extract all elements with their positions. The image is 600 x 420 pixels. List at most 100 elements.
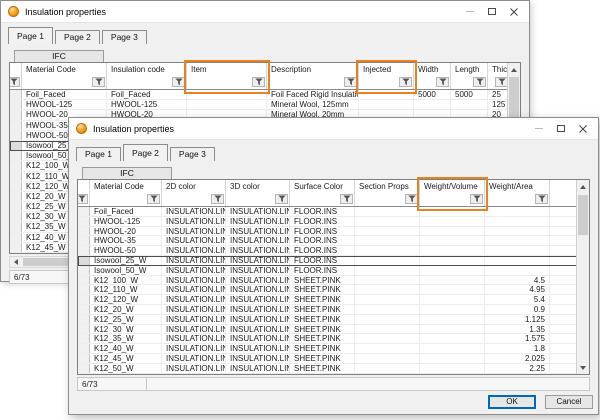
cell[interactable]: Foil_Faced [22,90,107,99]
cell[interactable] [485,266,550,275]
cell[interactable] [187,90,267,99]
cell[interactable]: K12_50_W [90,364,162,373]
table-row[interactable]: K12_45_WINSULATION.LINEINSULATION.LINESH… [78,354,578,364]
row-header-cell[interactable] [10,182,22,191]
row-header-cell[interactable] [10,222,22,231]
cell[interactable]: INSULATION.LINE [162,207,226,216]
cell[interactable]: INSULATION.LINE [226,217,290,226]
filter-cell[interactable] [22,76,107,89]
cell[interactable]: INSULATION.LINE [162,227,226,236]
row-header-cell[interactable] [78,266,90,275]
row-header-cell[interactable] [78,227,90,236]
filter-cell[interactable] [226,193,290,206]
row-header-cell[interactable] [10,100,22,109]
cell[interactable]: INSULATION.LINE [162,334,226,343]
cell[interactable] [359,100,414,109]
cell[interactable] [355,344,420,353]
filter-cell[interactable] [355,193,420,206]
filter-button[interactable] [10,77,20,87]
cell[interactable]: SHEET.PINK [290,276,355,285]
cell[interactable]: INSULATION.LINE [226,236,290,245]
cell[interactable]: INSULATION.LINE [162,325,226,334]
cell[interactable]: Foil_Faced [90,207,162,216]
cell[interactable]: INSULATION.LINE [226,266,290,275]
scroll-down-button[interactable] [577,361,589,374]
row-header-cell[interactable] [78,285,90,294]
table-row[interactable]: Foil_FacedFoil_FacedFoil Faced Rigid Ins… [10,90,510,100]
cell[interactable]: 1.125 [485,315,550,324]
cell[interactable] [355,325,420,334]
cell[interactable] [420,276,485,285]
filter-cell[interactable] [420,193,485,206]
column-header-material-code[interactable]: Material Code [90,180,162,193]
row-header-cell[interactable] [10,243,22,252]
cell[interactable] [550,266,578,275]
row-header-cell[interactable] [10,161,22,170]
cell[interactable]: FLOOR.INS [290,236,355,245]
filter-button[interactable] [405,194,418,204]
cell[interactable] [550,285,578,294]
scrollbar-thumb[interactable] [578,195,588,235]
column-header-length[interactable]: Length [451,63,488,76]
row-header-cell[interactable] [78,315,90,324]
scroll-up-button[interactable] [577,180,589,193]
cell[interactable]: FLOOR.INS [290,246,355,255]
row-header-cell[interactable] [10,202,22,211]
cell[interactable]: Foil Faced Rigid Insulation [267,90,359,99]
cell[interactable]: HWOOL-125 [22,100,107,109]
cell[interactable]: INSULATION.LINE [226,325,290,334]
cell[interactable] [355,256,420,265]
cell[interactable] [355,246,420,255]
scrollbar-thumb[interactable] [509,77,519,117]
row-header-cell[interactable] [78,344,90,353]
cell[interactable] [550,236,578,245]
row-header-cell[interactable] [78,256,90,265]
table-row[interactable]: Foil_FacedINSULATION.LINEINSULATION.LINE… [78,207,578,217]
cell[interactable]: HWOOL-125 [90,217,162,226]
cell[interactable]: FLOOR.INS [290,256,355,265]
cell[interactable] [355,354,420,363]
row-header-cell[interactable] [10,233,22,242]
cell[interactable]: K12_30_W [90,325,162,334]
cell[interactable]: 5000 [414,90,451,99]
row-header-cell[interactable] [10,151,22,160]
scroll-left-button[interactable] [10,257,22,267]
cell[interactable] [550,344,578,353]
cell[interactable]: INSULATION.LINE [162,256,226,265]
close-button[interactable] [503,3,525,21]
ok-button[interactable]: OK [488,395,536,409]
row-header-cell[interactable] [78,276,90,285]
cell[interactable] [420,256,485,265]
filter-cell[interactable] [451,76,488,89]
cell[interactable]: INSULATION.LINE [162,236,226,245]
row-header-cell[interactable] [78,207,90,216]
cell[interactable]: INSULATION.LINE [162,305,226,314]
filter-button[interactable] [211,194,224,204]
cell[interactable] [550,295,578,304]
cell[interactable]: HWOOL-125 [107,100,187,109]
row-header-cell[interactable] [78,325,90,334]
tab-page-1[interactable]: Page 1 [76,147,121,161]
cell[interactable]: SHEET.PINK [290,334,355,343]
filter-button[interactable] [344,77,357,87]
cell[interactable] [550,325,578,334]
cell[interactable]: 1.8 [485,344,550,353]
cell[interactable] [355,295,420,304]
cell[interactable]: INSULATION.LINE [226,305,290,314]
tab-page-1[interactable]: Page 1 [8,27,53,44]
table-row[interactable]: HWOOL-35INSULATION.LINEINSULATION.LINEFL… [78,236,578,246]
filter-cell[interactable] [414,76,451,89]
row-header-cell[interactable] [10,90,22,99]
cell[interactable] [355,266,420,275]
vertical-scrollbar[interactable] [576,180,589,374]
cell[interactable]: INSULATION.LINE [226,246,290,255]
cell[interactable]: K12_110_W [90,285,162,294]
column-header-material-code[interactable]: Material Code [22,63,107,76]
column-header-surface-color[interactable]: Surface Color [290,180,355,193]
cell[interactable]: FLOOR.INS [290,217,355,226]
cell[interactable]: SHEET.PINK [290,295,355,304]
cell[interactable] [550,315,578,324]
cell[interactable]: Isowool_50_W [90,266,162,275]
cell[interactable] [485,207,550,216]
table-row[interactable]: K12_50_WINSULATION.LINEINSULATION.LINESH… [78,364,578,374]
